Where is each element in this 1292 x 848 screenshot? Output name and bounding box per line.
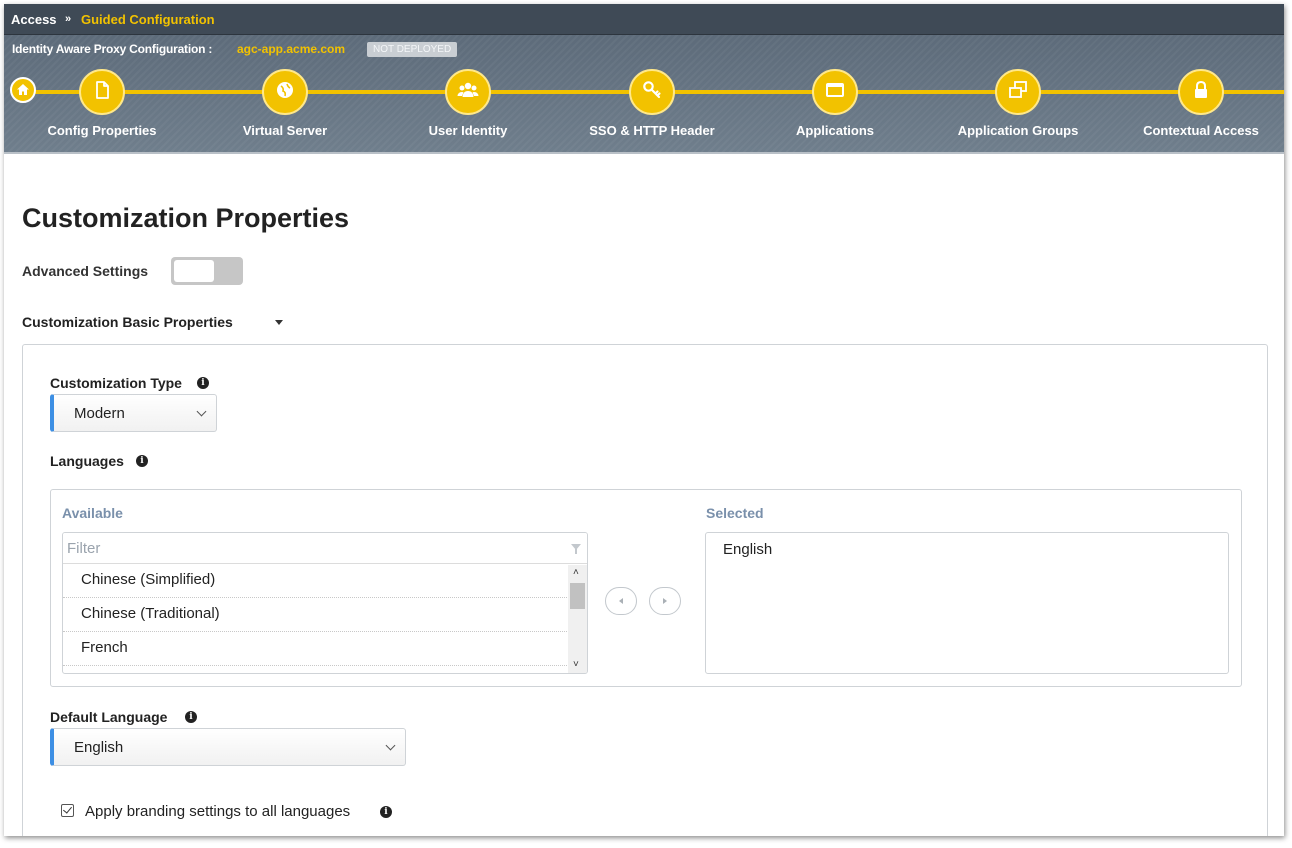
selected-header: Selected bbox=[706, 505, 764, 521]
advanced-settings-toggle[interactable] bbox=[171, 257, 243, 285]
globe-icon bbox=[275, 80, 295, 105]
branding-checkbox[interactable] bbox=[61, 804, 74, 817]
customization-type-label: Customization Type bbox=[50, 375, 182, 391]
app-window: Access » Guided Configuration Identity A… bbox=[4, 4, 1284, 836]
step-label-application-groups[interactable]: Application Groups bbox=[928, 123, 1108, 138]
chevron-down-icon bbox=[196, 406, 207, 417]
step-contextual-access[interactable] bbox=[1178, 69, 1224, 115]
selected-languages-list: English bbox=[705, 532, 1229, 674]
section-title[interactable]: Customization Basic Properties bbox=[22, 314, 233, 330]
step-label-user-identity[interactable]: User Identity bbox=[378, 123, 558, 138]
default-language-label: Default Language bbox=[50, 709, 168, 725]
toggle-knob bbox=[174, 260, 214, 282]
available-header: Available bbox=[62, 505, 123, 521]
scroll-thumb[interactable] bbox=[570, 583, 585, 609]
default-language-select[interactable]: English bbox=[50, 728, 406, 766]
languages-label: Languages bbox=[50, 453, 124, 469]
list-item[interactable]: French bbox=[63, 632, 567, 666]
breadcrumb-separator: » bbox=[65, 13, 72, 25]
step-label-contextual-access[interactable]: Contextual Access bbox=[1111, 123, 1284, 138]
filter-icon-stem bbox=[575, 549, 577, 554]
branding-label[interactable]: Apply branding settings to all languages bbox=[85, 803, 350, 820]
step-user-identity[interactable] bbox=[445, 69, 491, 115]
step-config-properties[interactable] bbox=[79, 69, 125, 115]
breadcrumb: Access » Guided Configuration bbox=[4, 4, 1284, 35]
breadcrumb-access-link[interactable]: Access bbox=[11, 12, 57, 27]
move-right-button[interactable] bbox=[649, 587, 681, 615]
info-icon[interactable]: i bbox=[197, 377, 209, 389]
scroll-up-icon[interactable]: ˄ bbox=[573, 567, 579, 578]
filter-input[interactable] bbox=[63, 533, 587, 564]
list-item[interactable]: Chinese (Traditional) bbox=[63, 598, 567, 632]
default-language-value: English bbox=[74, 739, 124, 756]
arrow-right-icon bbox=[661, 592, 669, 610]
step-applications[interactable] bbox=[812, 69, 858, 115]
page-title: Customization Properties bbox=[22, 203, 350, 233]
info-icon[interactable]: i bbox=[136, 455, 148, 467]
users-icon bbox=[457, 80, 479, 105]
lock-icon bbox=[1192, 80, 1210, 105]
chevron-down-icon bbox=[385, 740, 396, 751]
wizard-header: Identity Aware Proxy Configuration : agc… bbox=[4, 35, 1284, 154]
document-icon bbox=[92, 80, 112, 105]
info-icon[interactable]: i bbox=[185, 711, 197, 723]
step-sso-http-header[interactable] bbox=[629, 69, 675, 115]
step-label-virtual-server[interactable]: Virtual Server bbox=[195, 123, 375, 138]
list-item[interactable]: Chinese (Simplified) bbox=[63, 564, 567, 598]
key-icon bbox=[642, 80, 662, 105]
move-left-button[interactable] bbox=[605, 587, 637, 615]
advanced-settings-label: Advanced Settings bbox=[22, 263, 149, 279]
status-badge: NOT DEPLOYED bbox=[367, 42, 458, 57]
arrow-left-icon bbox=[617, 592, 625, 610]
breadcrumb-current: Guided Configuration bbox=[81, 12, 215, 27]
scroll-down-icon[interactable]: ˅ bbox=[573, 659, 579, 670]
info-icon[interactable]: i bbox=[380, 806, 392, 818]
step-label-sso-http-header[interactable]: SSO & HTTP Header bbox=[562, 123, 742, 138]
scrollbar[interactable]: ˄ ˅ bbox=[568, 565, 587, 673]
customization-type-select[interactable]: Modern bbox=[50, 394, 217, 432]
list-item[interactable]: English bbox=[723, 541, 772, 558]
window-icon bbox=[825, 81, 845, 104]
config-name: agc-app.acme.com bbox=[237, 42, 346, 56]
config-label: Identity Aware Proxy Configuration : bbox=[12, 42, 213, 56]
step-label-config-properties[interactable]: Config Properties bbox=[12, 123, 192, 138]
step-label-applications[interactable]: Applications bbox=[745, 123, 925, 138]
windows-stack-icon bbox=[1008, 80, 1028, 105]
caret-down-icon[interactable] bbox=[275, 320, 283, 325]
home-icon[interactable] bbox=[10, 77, 36, 103]
customization-type-value: Modern bbox=[74, 405, 125, 422]
step-virtual-server[interactable] bbox=[262, 69, 308, 115]
step-application-groups[interactable] bbox=[995, 69, 1041, 115]
available-languages-list: Chinese (Simplified) Chinese (Traditiona… bbox=[62, 532, 588, 674]
